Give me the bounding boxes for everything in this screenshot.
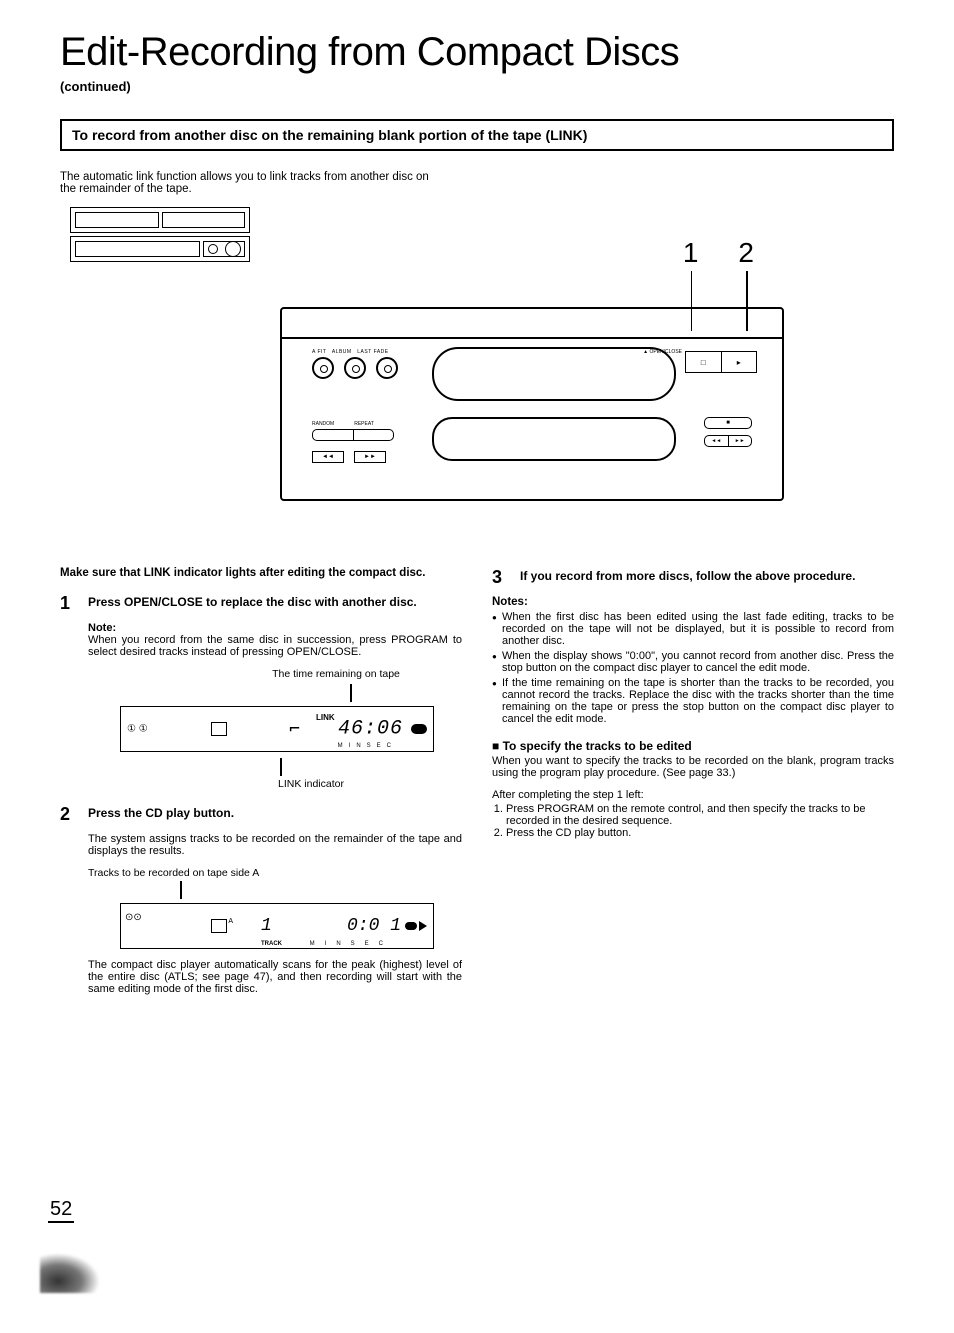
stereo-system-diagram bbox=[70, 207, 250, 267]
left-column: Make sure that LINK indicator lights aft… bbox=[60, 567, 462, 1005]
disc-icons: ① ① bbox=[127, 724, 148, 735]
step-2: 2 Press the CD play button. bbox=[60, 804, 462, 825]
note-item: When the first disc has been edited usin… bbox=[492, 611, 894, 647]
tape-reel-icon: ⊙⊙ bbox=[125, 912, 142, 923]
cd-player-diagram: A FIT ALBUM LAST FADE ▲ OPEN/CLOSE □▸ RA… bbox=[280, 307, 780, 497]
page-subtitle: (continued) bbox=[60, 79, 894, 94]
subsection-body: When you want to specify the tracks to b… bbox=[492, 755, 894, 779]
display1-bottom-caption: LINK indicator bbox=[160, 778, 462, 790]
step-3-heading: If you record from more discs, follow th… bbox=[520, 567, 855, 588]
step-number-1: 1 bbox=[60, 593, 78, 614]
tape-side-indicator bbox=[211, 919, 227, 933]
numbered-step-item: Press the CD play button. bbox=[506, 827, 894, 839]
track-number: 1 bbox=[261, 916, 272, 936]
step-number-2: 2 bbox=[60, 804, 78, 825]
section-heading-box: To record from another disc on the remai… bbox=[60, 119, 894, 151]
intro-paragraph: The automatic link function allows you t… bbox=[60, 171, 440, 195]
bracket-icon: ⌐ bbox=[289, 719, 300, 740]
display-panel-2: ⊙⊙ 1 TRACK 0:0 1 MINSEC bbox=[120, 903, 434, 949]
lastfade-button-icon bbox=[376, 357, 398, 379]
notes-heading: Notes: bbox=[492, 596, 894, 608]
search-buttons-icon: ◄◄ ►► bbox=[704, 435, 752, 447]
display1-top-caption: The time remaining on tape bbox=[210, 668, 462, 680]
right-column: 3 If you record from more discs, follow … bbox=[492, 567, 894, 1005]
step-2-heading: Press the CD play button. bbox=[88, 804, 234, 825]
notes-list: When the first disc has been edited usin… bbox=[492, 611, 894, 725]
play-triangle-icon bbox=[419, 921, 427, 931]
edit-buttons-label: A FIT ALBUM LAST FADE bbox=[312, 349, 389, 355]
subsection-heading: To specify the tracks to be edited bbox=[492, 739, 894, 753]
callout-1: 1 bbox=[683, 237, 699, 269]
callout-numbers: 1 2 bbox=[683, 237, 754, 269]
elapsed-time: 0:0 1 bbox=[347, 916, 401, 936]
link-indicator: LINK bbox=[316, 713, 335, 722]
track-label: TRACK bbox=[261, 941, 282, 947]
cd-tray-icon bbox=[432, 347, 676, 401]
afit-button-icon bbox=[312, 357, 334, 379]
step-number-3: 3 bbox=[492, 567, 510, 588]
step-3: 3 If you record from more discs, follow … bbox=[492, 567, 894, 588]
stop-button-icon bbox=[704, 417, 752, 429]
scan-artifact bbox=[40, 1253, 100, 1293]
time-units-2: MINSEC bbox=[310, 941, 393, 947]
album-button-icon bbox=[344, 357, 366, 379]
tape-direction-icon bbox=[211, 722, 227, 736]
step-1-note-body: When you record from the same disc in su… bbox=[88, 634, 462, 658]
note-item: If the time remaining on the tape is sho… bbox=[492, 677, 894, 725]
page-title: Edit-Recording from Compact Discs bbox=[60, 30, 894, 75]
precondition-text: Make sure that LINK indicator lights aft… bbox=[60, 567, 462, 579]
edit-mode-buttons bbox=[312, 357, 398, 379]
open-close-button-icon: □▸ bbox=[685, 351, 757, 373]
step-2-body: The system assigns tracks to be recorded… bbox=[88, 833, 462, 857]
step-1: 1 Press OPEN/CLOSE to replace the disc w… bbox=[60, 593, 462, 614]
manual-page: Edit-Recording from Compact Discs (conti… bbox=[0, 0, 954, 1333]
cd-display-window-icon bbox=[432, 417, 676, 461]
time-units: MINSEC bbox=[338, 743, 397, 749]
display2-top-caption: Tracks to be recorded on tape side A bbox=[88, 867, 462, 879]
open-close-label: ▲ OPEN/CLOSE bbox=[643, 349, 682, 355]
step-2-tail: The compact disc player automatically sc… bbox=[88, 959, 462, 995]
transport-buttons: ◄◄ ►► bbox=[704, 417, 752, 447]
playback-mode-buttons: RANDOMREPEAT ◄◄ ►► bbox=[312, 421, 394, 463]
step-1-note-label: Note: bbox=[88, 622, 462, 634]
numbered-step-item: Press PROGRAM on the remote control, and… bbox=[506, 803, 894, 827]
note-item: When the display shows "0:00", you canno… bbox=[492, 650, 894, 674]
skip-back-icon: ◄◄ bbox=[312, 451, 344, 463]
page-number: 52 bbox=[48, 1198, 74, 1223]
callout-2: 2 bbox=[738, 237, 754, 269]
diagram-area: 1 2 A FIT ALBUM LAST FADE ▲ OPEN/CLOSE bbox=[60, 207, 894, 537]
display-panel-1: ① ① ⌐ LINK 46:06 MINSEC bbox=[120, 706, 434, 752]
indicator-pill-icon bbox=[411, 724, 427, 734]
skip-forward-icon: ►► bbox=[354, 451, 386, 463]
after-step-lead: After completing the step 1 left: bbox=[492, 789, 894, 801]
indicator-pill-2-icon bbox=[405, 922, 417, 930]
remaining-time: 46:06 bbox=[338, 718, 403, 741]
numbered-steps: Press PROGRAM on the remote control, and… bbox=[492, 803, 894, 839]
step-1-heading: Press OPEN/CLOSE to replace the disc wit… bbox=[88, 593, 417, 614]
